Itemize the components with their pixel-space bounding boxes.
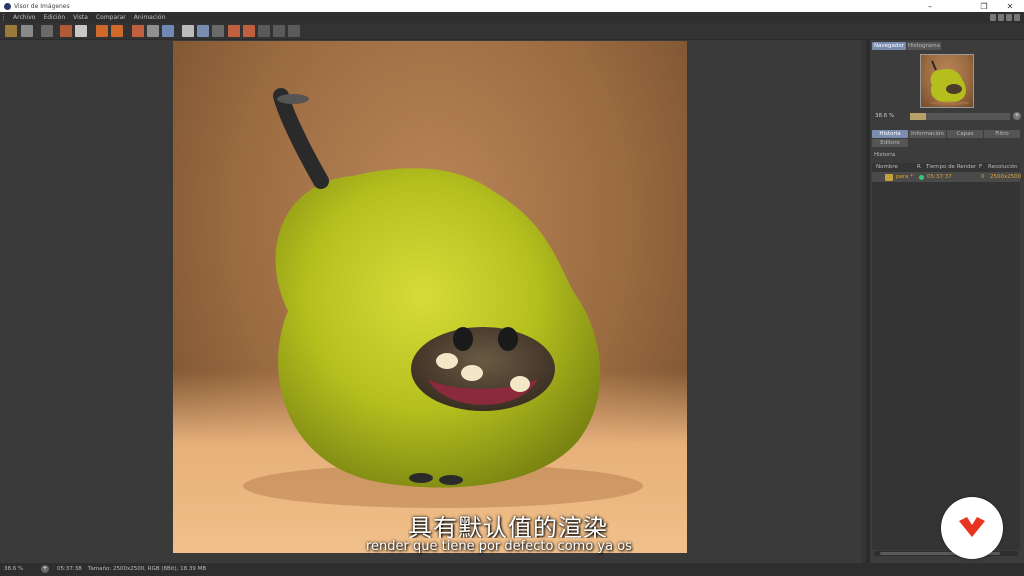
status-zoom[interactable]: 38.6 % xyxy=(4,566,23,572)
ab-icon[interactable] xyxy=(182,25,194,37)
row-time: 05:37:37 xyxy=(927,174,952,180)
open-folder-icon[interactable] xyxy=(5,25,17,37)
export-icon[interactable] xyxy=(41,25,53,37)
filter-icon[interactable] xyxy=(288,25,300,37)
status-zoom-button[interactable]: + xyxy=(41,565,49,573)
navigator-thumbnail[interactable] xyxy=(920,54,974,108)
swap-icon[interactable] xyxy=(1006,14,1012,21)
layout-icon[interactable] xyxy=(998,14,1004,21)
subtitle-spanish: render que tiene por defecto como ya os xyxy=(366,539,632,554)
paste-icon[interactable] xyxy=(111,25,123,37)
close-icon[interactable]: ✕ xyxy=(998,0,1022,12)
split-icon[interactable] xyxy=(228,25,240,37)
tab-capas[interactable]: Capas xyxy=(947,130,983,138)
title-bar: Visor de Imágenes – ❐ ✕ xyxy=(0,0,1024,12)
tab-filtro[interactable]: Filtro xyxy=(984,130,1020,138)
tab-informacion[interactable]: Información xyxy=(909,130,946,138)
image-viewer-window: Visor de Imágenes – ❐ ✕ Archivo Edición … xyxy=(0,0,1024,576)
brand-logo-icon xyxy=(959,517,985,537)
menu-bar: Archivo Edición Vista Comparar Animación xyxy=(0,12,1024,23)
status-bar: 38.6 % + 05:37:38 Tamaño: 2500x2500, RGB… xyxy=(0,563,1024,576)
tab-histograma[interactable]: Histograma xyxy=(907,42,941,50)
column-nombre[interactable]: Nombre xyxy=(876,164,898,170)
tab-navegador[interactable]: Navegador xyxy=(872,42,906,50)
compare-b-icon[interactable] xyxy=(147,25,159,37)
right-panel: Navegador Histograma 38.6 % + Historia I… xyxy=(870,40,1024,563)
status-dot-icon xyxy=(919,175,924,180)
thumbnail-pear-illustration xyxy=(930,60,970,105)
panel-icon[interactable] xyxy=(1014,14,1020,21)
navigator-zoom-row: 38.6 % + xyxy=(872,112,1022,121)
compare-a-icon[interactable] xyxy=(132,25,144,37)
column-resolucion[interactable]: Resolución xyxy=(988,164,1018,170)
row-resolution: 2500x2500 xyxy=(990,174,1022,180)
column-tiempo[interactable]: Tiempo de Render xyxy=(926,164,976,170)
menu-edicion[interactable]: Edición xyxy=(39,14,69,21)
status-time: 05:37:38 xyxy=(57,566,82,572)
channel-icon[interactable] xyxy=(243,25,255,37)
subtitle-chinese: 具有默认值的渲染 xyxy=(408,514,608,538)
copy-icon[interactable] xyxy=(96,25,108,37)
column-r[interactable]: R xyxy=(917,164,921,170)
render-file-icon xyxy=(885,174,893,181)
zoom-in-button[interactable]: + xyxy=(1013,112,1021,120)
zoom-slider[interactable] xyxy=(910,113,1010,120)
menu-comparar[interactable]: Comparar xyxy=(92,14,130,21)
pin-icon[interactable] xyxy=(990,14,996,21)
film-icon[interactable] xyxy=(60,25,72,37)
minimize-icon[interactable]: – xyxy=(918,0,942,12)
restore-icon[interactable]: ❐ xyxy=(972,0,996,12)
table-row[interactable]: pera * 05:37:37 0 2500x2500 xyxy=(872,172,1022,182)
menu-vista[interactable]: Vista xyxy=(69,14,92,21)
lut-icon[interactable] xyxy=(273,25,285,37)
tab-historia[interactable]: Historia xyxy=(872,130,908,138)
history-section-label: Historia xyxy=(874,152,896,158)
pear-character-illustration xyxy=(243,88,643,508)
status-image-info: Tamaño: 2500x2500, RGB (8Bit), 18.39 MB xyxy=(88,566,207,572)
frame-icon[interactable] xyxy=(258,25,270,37)
tab-editoro[interactable]: Editoro xyxy=(872,139,908,147)
grid-view-icon[interactable] xyxy=(197,25,209,37)
zoom-slider-fill xyxy=(910,113,926,120)
toolbar xyxy=(0,23,1024,40)
rendered-image xyxy=(173,41,687,553)
app-logo-icon xyxy=(4,2,11,10)
menu-animacion[interactable]: Animación xyxy=(130,14,170,21)
settings-icon[interactable] xyxy=(162,25,174,37)
history-list-area[interactable] xyxy=(872,182,1020,550)
window-title: Visor de Imágenes xyxy=(14,2,70,10)
row-name: pera * xyxy=(896,174,914,180)
menu-archivo[interactable]: Archivo xyxy=(9,14,39,21)
history-table-header: Nombre R Tiempo de Render F Resolución xyxy=(872,163,1020,172)
row-frame: 0 xyxy=(981,174,985,180)
save-icon[interactable] xyxy=(21,25,33,37)
cut-icon[interactable] xyxy=(75,25,87,37)
navigator-zoom-value: 38.6 % xyxy=(875,113,895,119)
brand-logo xyxy=(941,497,1003,559)
layers-icon[interactable] xyxy=(212,25,224,37)
column-f[interactable]: F xyxy=(979,164,982,170)
